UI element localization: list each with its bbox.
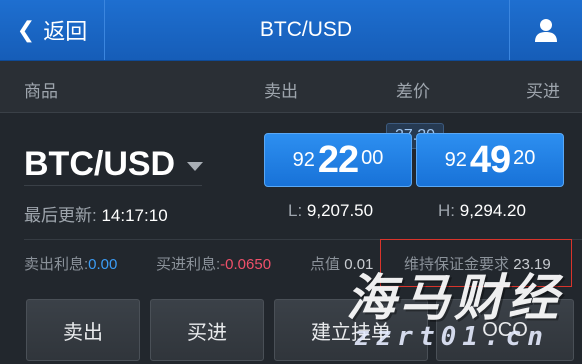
buy-price-prefix: 92 <box>444 148 467 171</box>
caret-down-icon <box>187 162 204 171</box>
high-price: H: 9,294.20 <box>438 201 526 221</box>
column-product: 商品 <box>24 82 58 101</box>
oco-button[interactable]: OCO <box>436 299 574 361</box>
buy-price-button[interactable]: 92 49 20 <box>416 133 564 187</box>
symbol-underline <box>24 185 202 186</box>
column-buy: 买进 <box>526 82 560 101</box>
sell-price-prefix: 92 <box>292 148 315 171</box>
sell-price-main: 22 <box>317 138 359 181</box>
sell-interest: 卖出利息:0.00 <box>24 253 117 274</box>
symbol-label: BTC/USD <box>24 145 176 183</box>
buy-interest: 买进利息:-0.0650 <box>156 253 271 274</box>
column-header-row: 商品 卖出 差价 买进 <box>0 61 582 113</box>
column-spread: 差价 <box>396 82 430 101</box>
last-update: 最后更新: 14:17:10 <box>24 201 168 226</box>
sell-interest-value: 0.00 <box>88 256 118 273</box>
column-sell: 卖出 <box>264 82 298 101</box>
pip-value: 点值 0.01 <box>310 253 373 274</box>
pip-value-number: 0.01 <box>344 256 374 273</box>
user-icon <box>535 19 557 42</box>
last-update-time: 14:17:10 <box>101 206 168 225</box>
buy-button[interactable]: 买进 <box>150 299 264 361</box>
chevron-left-icon: ❮ <box>16 17 36 42</box>
sell-price-button[interactable]: 92 22 00 <box>264 133 412 187</box>
buy-price-suffix: 20 <box>513 146 536 169</box>
highlight-box <box>380 239 572 287</box>
pending-order-button[interactable]: 建立挂单 <box>274 299 428 361</box>
buy-price-main: 49 <box>469 138 511 181</box>
last-update-label: 最后更新: <box>24 206 97 225</box>
back-label: 返回 <box>43 19 88 44</box>
pip-value-label: 点值 <box>310 256 341 273</box>
low-price: L: 9,207.50 <box>288 201 373 221</box>
sell-price-suffix: 00 <box>361 146 384 169</box>
high-value: 9,294.20 <box>459 201 526 220</box>
page-title: BTC/USD <box>259 18 353 41</box>
high-label: H: <box>438 201 455 220</box>
sell-button[interactable]: 卖出 <box>26 299 140 361</box>
buy-interest-value: -0.0650 <box>220 256 272 273</box>
quote-panel: BTC/USD 27.20 92 22 00 92 49 20 最后更新: 14… <box>0 113 582 364</box>
buy-interest-label: 买进利息: <box>156 256 221 273</box>
app-header: ❮ 返回 BTC/USD <box>0 0 582 61</box>
symbol-selector[interactable]: BTC/USD <box>24 145 204 184</box>
low-value: 9,207.50 <box>306 201 374 220</box>
user-button[interactable] <box>509 0 582 60</box>
back-button[interactable]: ❮ 返回 <box>0 0 105 60</box>
low-label: L: <box>288 201 303 220</box>
sell-interest-label: 卖出利息: <box>24 256 89 273</box>
